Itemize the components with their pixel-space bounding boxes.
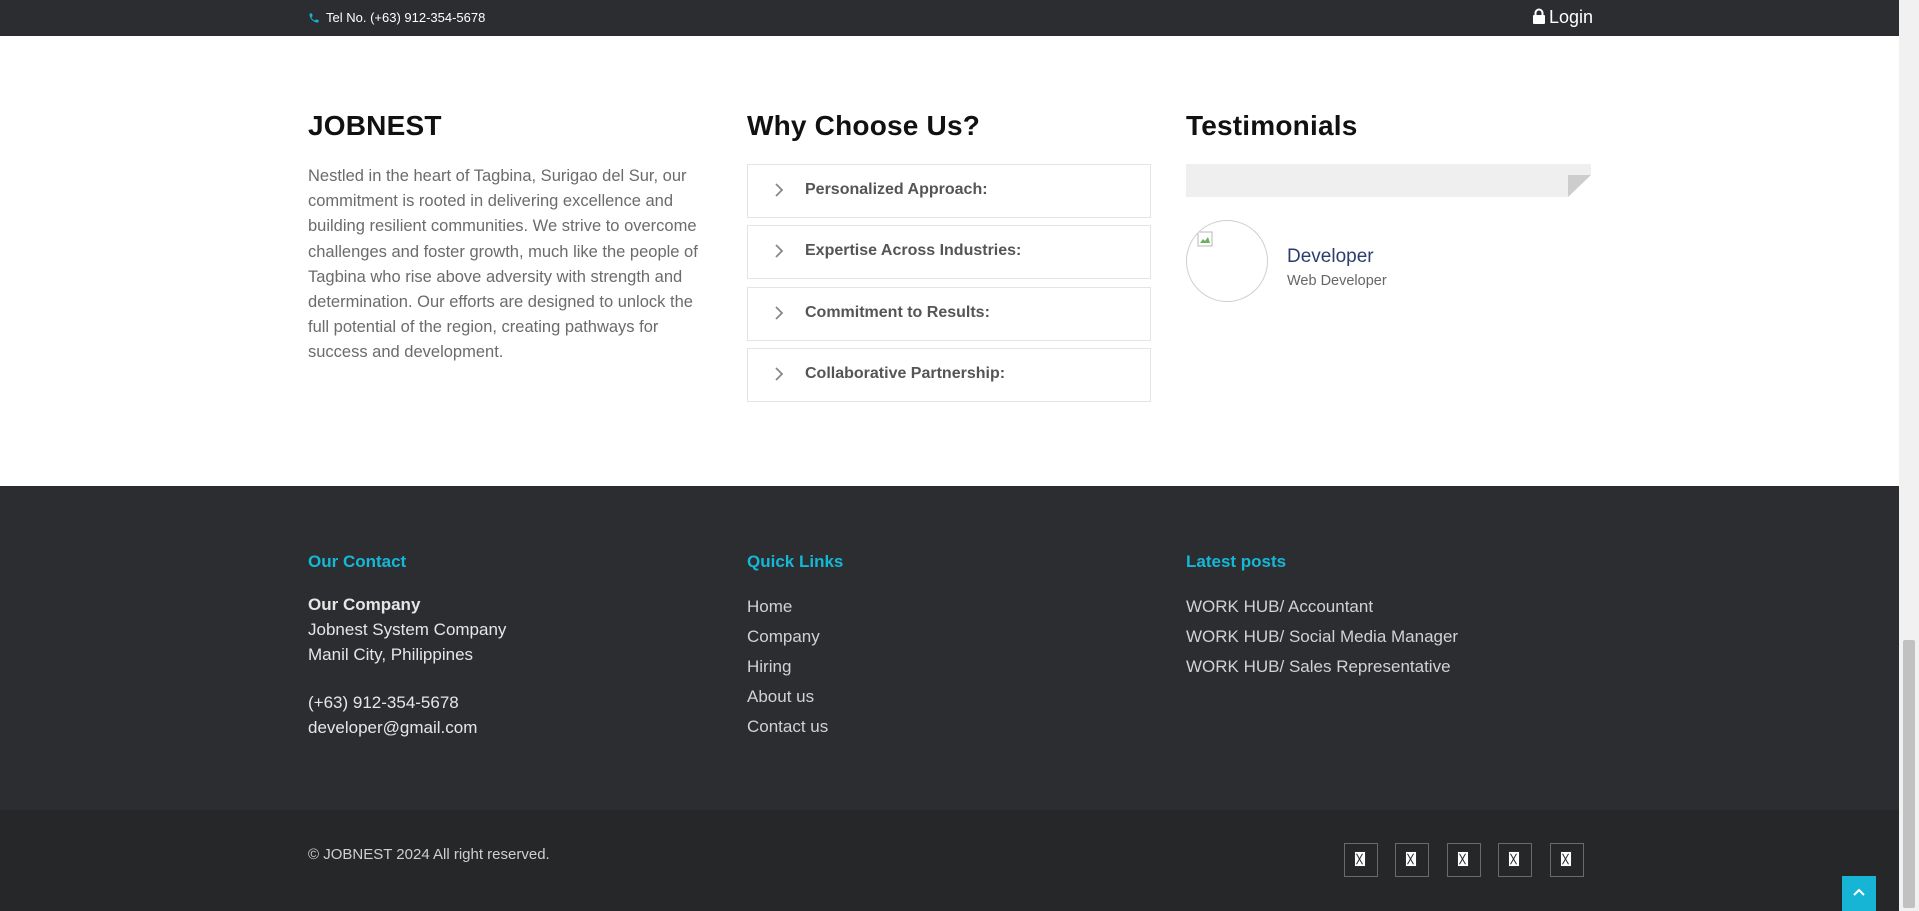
chevron-right-icon [774,243,784,264]
latest-post-link[interactable]: WORK HUB/ Accountant [1186,597,1373,617]
about-title: JOBNEST [308,110,442,141]
social-link[interactable] [1344,843,1378,877]
missing-glyph-icon [1560,851,1572,867]
accordion-item-collaborative[interactable]: Collaborative Partnership: [747,348,1151,402]
chevron-right-icon [774,182,784,203]
back-to-top-button[interactable] [1842,876,1876,911]
contact-city: Manil City, Philippines [308,645,474,664]
contact-company-label: Our Company [308,595,421,614]
quick-link-company[interactable]: Company [747,627,820,647]
footer-contact-title: Our Contact [308,552,407,571]
top-bar: Tel No. (+63) 912-354-5678 Login [0,0,1899,36]
quick-link-hiring[interactable]: Hiring [747,657,791,677]
accordion-label: Commitment to Results: [805,304,990,321]
testimonial-role: Web Developer [1287,273,1387,289]
footer-bottom-bar [0,810,1899,911]
social-link[interactable] [1395,843,1429,877]
accordion-item-commitment[interactable]: Commitment to Results: [747,287,1151,341]
page-scrollbar[interactable] [1899,0,1919,911]
contact-phone: (+63) 912-354-5678 [308,693,459,712]
broken-image-icon [1197,231,1213,252]
social-link[interactable] [1447,843,1481,877]
testimonial-quote-box [1186,164,1591,197]
missing-glyph-icon [1457,851,1469,867]
quick-link-contact[interactable]: Contact us [747,717,828,737]
tel-text: Tel No. (+63) 912-354-5678 [326,10,486,25]
missing-glyph-icon [1354,851,1366,867]
accordion-label: Expertise Across Industries: [805,242,1022,259]
page-fold-corner [1568,175,1591,202]
tel-info: Tel No. (+63) 912-354-5678 [308,10,485,27]
footer-latest-posts-title: Latest posts [1186,552,1287,571]
about-text: Nestled in the heart of Tagbina, Surigao… [308,167,698,362]
social-link[interactable] [1498,843,1532,877]
accordion-item-expertise[interactable]: Expertise Across Industries: [747,225,1151,279]
accordion-label: Collaborative Partnership: [805,365,1006,382]
accordion-item-personalized[interactable]: Personalized Approach: [747,164,1151,218]
copyright-text: © JOBNEST 2024 All right reserved. [308,846,550,863]
why-title: Why Choose Us? [747,110,981,141]
testimonials-title: Testimonials [1186,110,1358,141]
quick-link-about[interactable]: About us [747,687,814,707]
footer [0,486,1899,810]
scrollbar-thumb[interactable] [1903,640,1915,908]
footer-quick-links-title: Quick Links [747,552,844,571]
avatar [1186,220,1268,302]
chevron-up-icon [1853,888,1865,896]
missing-glyph-icon [1508,851,1520,867]
login-label: Login [1549,7,1594,27]
chevron-right-icon [774,366,784,387]
quick-link-home[interactable]: Home [747,597,792,617]
phone-icon [308,12,320,27]
login-link[interactable]: Login [1532,7,1593,29]
missing-glyph-icon [1405,851,1417,867]
latest-post-link[interactable]: WORK HUB/ Sales Representative [1186,657,1451,677]
contact-company: Jobnest System Company [308,620,507,639]
contact-email: developer@gmail.com [308,718,478,737]
chevron-right-icon [774,305,784,326]
lock-icon [1532,8,1546,29]
accordion-label: Personalized Approach: [805,181,988,198]
latest-post-link[interactable]: WORK HUB/ Social Media Manager [1186,627,1458,647]
testimonial-name[interactable]: Developer [1287,246,1374,268]
social-link[interactable] [1550,843,1584,877]
